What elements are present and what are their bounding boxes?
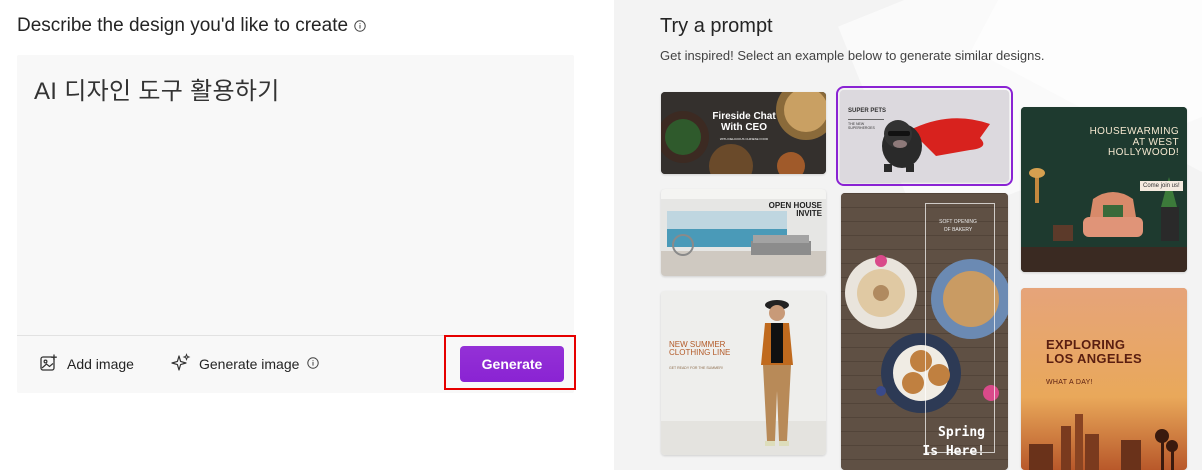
- housewarming-tag: Come join us!: [1140, 181, 1183, 192]
- example-card-fireside-chat[interactable]: Fireside Chat With CEO WITH DELICIOUS CH…: [661, 92, 826, 174]
- la-line2: LOS ANGELES: [1046, 350, 1142, 366]
- superpets-title: SUPER PETS: [848, 108, 887, 114]
- prompt-panel: Describe the design you'd like to create…: [0, 0, 614, 470]
- fireside-line1: Fireside Chat: [712, 111, 776, 122]
- la-small: WHAT A DAY!: [1046, 379, 1093, 387]
- try-prompt-title: Try a prompt: [660, 15, 773, 37]
- bakery-small1: SOFT OPENING: [939, 219, 977, 225]
- example-card-summer-clothing[interactable]: NEW SUMMER CLOTHING LINE GET READY FOR T…: [661, 291, 826, 455]
- try-prompt-subtitle: Get inspired! Select an example below to…: [660, 48, 1045, 63]
- example-card-los-angeles[interactable]: EXPLORING LOS ANGELES WHAT A DAY!: [1021, 288, 1187, 470]
- fireside-line2: With CEO: [720, 121, 767, 133]
- generate-image-button[interactable]: Generate image: [171, 352, 320, 376]
- example-card-bakery[interactable]: SOFT OPENING OF BAKERY Spring Is Here!: [841, 193, 1008, 470]
- generate-image-label: Generate image: [199, 356, 300, 372]
- sparkle-icon: [171, 352, 191, 376]
- openhouse-line2: INVITE: [796, 209, 822, 219]
- prompt-heading-text: Describe the design you'd like to create: [17, 15, 349, 36]
- bakery-line1: Spring: [938, 425, 985, 440]
- dog-with-cape-image: [840, 90, 1009, 182]
- add-image-icon: [39, 353, 59, 376]
- example-card-open-house[interactable]: OPEN HOUSE INVITE: [661, 189, 826, 276]
- generate-button[interactable]: Generate: [460, 346, 564, 382]
- housewarming-line1: HOUSEWARMING: [1089, 126, 1179, 137]
- add-image-button[interactable]: Add image: [39, 352, 134, 376]
- prompt-heading: Describe the design you'd like to create: [17, 15, 366, 37]
- la-line1: EXPLORING: [1046, 337, 1126, 352]
- try-prompt-panel: Try a prompt Get inspired! Select an exa…: [614, 0, 1202, 470]
- add-image-label: Add image: [67, 356, 134, 372]
- bakery-frame: [925, 203, 995, 453]
- fashion-model-image: [661, 291, 826, 455]
- housewarming-line3: HOLLYWOOD!: [1107, 147, 1179, 158]
- info-icon[interactable]: [354, 20, 366, 32]
- summer-small: GET READY FOR THE SUMMER!: [669, 365, 723, 370]
- bakery-small2: OF BAKERY: [943, 227, 973, 234]
- prompt-text[interactable]: AI 디자인 도구 활용하기: [34, 71, 280, 106]
- example-card-super-pets[interactable]: SUPER PETS THE NEW SUPERHEROES: [836, 86, 1013, 186]
- example-card-housewarming[interactable]: HOUSEWARMING AT WEST HOLLYWOOD! Come joi…: [1021, 107, 1187, 272]
- bakery-line2: Is Here!: [922, 443, 985, 459]
- superpets-rule: [848, 119, 884, 121]
- fireside-small: WITH DELICIOUS CHINESE FOOD: [719, 137, 769, 141]
- superpets-small2: SUPERHEROES: [848, 125, 875, 130]
- summer-line2: CLOTHING LINE: [669, 348, 731, 358]
- info-icon[interactable]: [307, 356, 320, 372]
